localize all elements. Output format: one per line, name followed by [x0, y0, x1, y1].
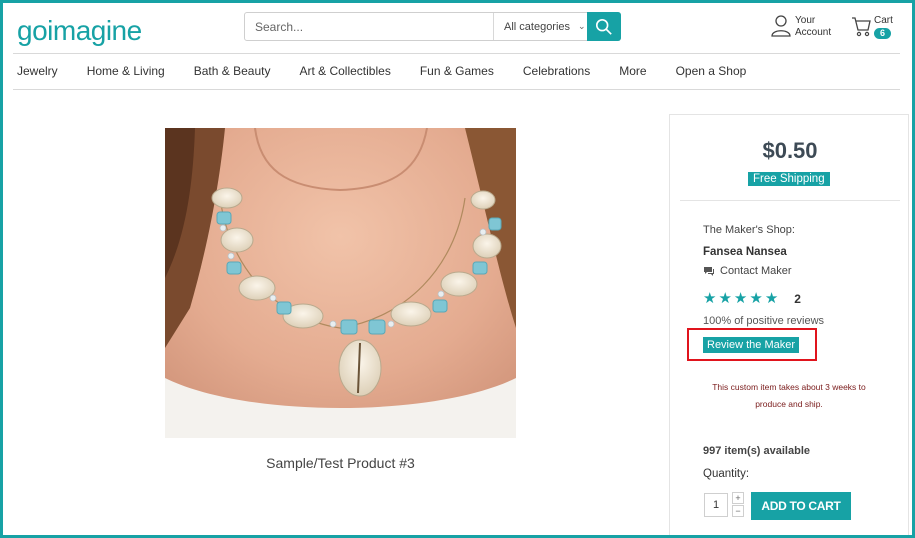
search-input[interactable]: [245, 13, 493, 40]
chevron-down-icon: ⌄: [578, 21, 586, 31]
account-label-line1: Your: [795, 15, 816, 26]
nav-item-celebrations[interactable]: Celebrations: [523, 64, 590, 78]
nav-item-bath-beauty[interactable]: Bath & Beauty: [194, 64, 271, 78]
maker-rating: ★ ★ ★ ★ ★ 2: [703, 291, 801, 306]
goimagine-logo[interactable]: goimagine: [17, 15, 142, 47]
star-icon: ★: [749, 290, 763, 307]
free-shipping-badge: Free Shipping: [748, 172, 830, 186]
search-icon: [595, 18, 612, 35]
custom-item-note: This custom item takes about 3 weeks to …: [694, 379, 884, 413]
positive-reviews-text: 100% of positive reviews: [703, 315, 825, 327]
contact-maker-link[interactable]: Contact Maker: [703, 265, 792, 277]
custom-note-line1: This custom item takes about 3 weeks to: [712, 382, 866, 392]
category-select[interactable]: All categories ⌄: [494, 21, 596, 33]
review-count: 2: [794, 291, 801, 306]
necklace-photo: [165, 128, 516, 438]
quantity-stepper: + −: [732, 492, 744, 518]
custom-note-line2: produce and ship.: [755, 399, 823, 409]
star-icon: ★: [718, 290, 732, 307]
nav-item-more[interactable]: More: [619, 64, 646, 78]
page-frame: goimagine All categories ⌄ Your Account: [0, 0, 915, 538]
quantity-label: Quantity:: [703, 468, 750, 480]
nav-item-art-collectibles[interactable]: Art & Collectibles: [299, 64, 390, 78]
category-nav: Jewelry Home & Living Bath & Beauty Art …: [17, 64, 775, 78]
makers-shop-label: The Maker's Shop:: [703, 224, 795, 236]
cart-link[interactable]: Cart 6: [851, 15, 893, 40]
nav-item-home-living[interactable]: Home & Living: [87, 64, 165, 78]
product-price: $0.50: [762, 138, 818, 163]
search-button[interactable]: [587, 12, 621, 41]
maker-name-link[interactable]: Fansea Nansea: [703, 246, 787, 258]
add-to-cart-button[interactable]: ADD TO CART: [751, 492, 851, 520]
cart-icon: [852, 17, 871, 37]
purchase-sidebar: $0.50 Free Shipping The Maker's Shop: Fa…: [669, 114, 909, 535]
cart-label: Cart: [874, 15, 893, 26]
category-select-label: All categories: [504, 20, 571, 33]
star-icon: ★: [764, 290, 779, 307]
account-link[interactable]: Your Account: [771, 15, 831, 39]
nav-divider: [13, 89, 900, 90]
nav-item-open-a-shop[interactable]: Open a Shop: [676, 64, 747, 78]
quantity-input[interactable]: 1: [704, 493, 728, 517]
contact-maker-label: Contact Maker: [720, 265, 792, 277]
user-icon: [771, 15, 791, 37]
star-icon: ★: [703, 290, 717, 307]
header-divider: [13, 53, 900, 54]
quantity-decrement-button[interactable]: −: [732, 505, 744, 517]
highlight-box: [687, 328, 817, 361]
nav-item-fun-games[interactable]: Fun & Games: [420, 64, 494, 78]
cart-count-badge: 6: [874, 28, 892, 39]
quantity-increment-button[interactable]: +: [732, 492, 744, 504]
sidebar-divider: [680, 200, 900, 201]
product-title: Sample/Test Product #3: [266, 455, 415, 471]
product-image[interactable]: [165, 128, 516, 438]
account-label-line2: Account: [795, 27, 832, 38]
search-bar: All categories ⌄: [244, 12, 621, 41]
chat-bubble-icon: [704, 266, 714, 276]
nav-item-jewelry[interactable]: Jewelry: [17, 64, 58, 78]
star-icon: ★: [733, 290, 748, 307]
availability-text: 997 item(s) available: [703, 445, 811, 457]
